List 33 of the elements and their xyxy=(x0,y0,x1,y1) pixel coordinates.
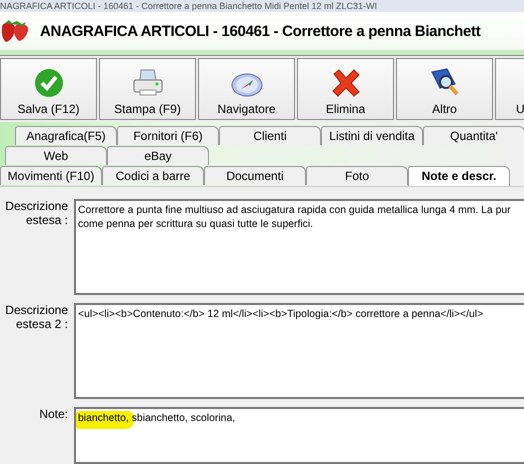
printer-icon xyxy=(132,68,164,98)
field-label: Descrizione estesa : xyxy=(4,199,68,229)
text-line: <ul><li><b>Contenuto:</b> 12 ml</li><li><b>Tipologia:</b> correttore a penna</li></ul> xyxy=(78,308,484,322)
tab[interactable]: eBay xyxy=(107,146,209,165)
book-magnifier-icon xyxy=(428,68,460,98)
field-label: Descrizione estesa 2 : xyxy=(4,303,68,334)
tab[interactable]: Note e descr. xyxy=(408,166,510,186)
toolbar-button[interactable]: Navigatore xyxy=(198,58,295,120)
tab[interactable]: Web xyxy=(5,146,107,165)
form-title: ANAGRAFICA ARTICOLI - 160461 - Correttore a penna Bianchett xyxy=(40,22,480,40)
tab[interactable]: Fornitori (F6) xyxy=(117,126,219,145)
text-area[interactable]: <ul><li><b>Contenuto:</b> 12 ml</li><li><b>Tipologia:</b> correttore a penna</li></ul> xyxy=(74,303,524,400)
compass-icon xyxy=(230,72,262,98)
tab[interactable]: Codici a barre xyxy=(102,166,204,185)
tab[interactable]: Documenti xyxy=(204,166,306,185)
tab[interactable]: Listini di vendita xyxy=(321,126,423,145)
cross-icon xyxy=(330,68,360,98)
tab[interactable]: Anagrafica(F5) xyxy=(15,126,117,145)
tab[interactable]: Quantita' xyxy=(423,126,524,145)
text-area[interactable]: Correttore a punta fine multiuso ad asciugatura rapida con guida metallica lunga 4 mm. La pur come penna per scrittura su quasi tutte le superfici. xyxy=(74,199,524,296)
checkmark-icon xyxy=(34,68,64,98)
toolbar-button[interactable]: U xyxy=(495,58,524,120)
text-line: Correttore a punta fine multiuso ad asciugatura rapida con guida metallica lunga 4 mm. La pur xyxy=(78,204,512,218)
window-title: NAGRAFICA ARTICOLI - 160461 - Correttore a penna Bianchetto Midi Pentel 12 ml ZLC31-WI xyxy=(0,0,524,12)
toolbar-button[interactable]: Elimina xyxy=(297,58,394,120)
tab[interactable]: Movimenti (F10) xyxy=(0,166,102,185)
toolbar-button[interactable]: Stampa (F9) xyxy=(99,58,196,120)
toolbar-button[interactable]: Salva (F12) xyxy=(0,58,97,120)
tab[interactable]: Clienti xyxy=(219,126,321,145)
field-label: Note: xyxy=(38,407,68,424)
text-line: come penna per scrittura su quasi tutte le superfici. xyxy=(78,218,314,232)
tab[interactable]: Foto xyxy=(306,166,408,185)
toolbar-button[interactable]: Altro xyxy=(396,58,493,120)
